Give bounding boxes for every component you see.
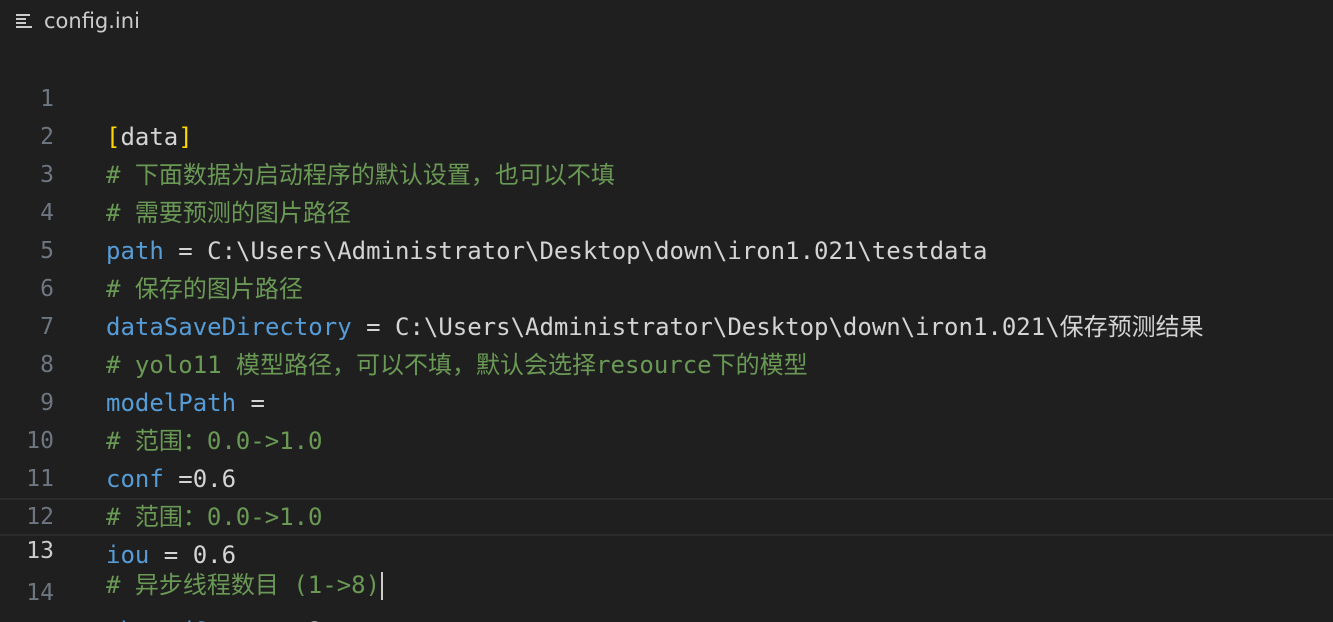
code-line[interactable]: 5 # 保存的图片路径 xyxy=(0,194,1333,303)
line-number: 14 xyxy=(26,580,54,606)
config-value: = 2 xyxy=(265,617,322,622)
code-line[interactable]: 14 threadCount = 2 xyxy=(0,536,1333,622)
code-line[interactable]: 10 conf =0.6 xyxy=(0,384,1333,493)
line-content: threadCount = 2 xyxy=(106,612,323,622)
code-line[interactable]: 11 # 范围：0.0->1.0 xyxy=(0,422,1333,531)
config-key: threadCount xyxy=(106,617,265,622)
code-line[interactable]: 6 dataSaveDirectory = C:\Users\Administr… xyxy=(0,232,1333,341)
code-line[interactable]: 8 modelPath = xyxy=(0,308,1333,417)
code-line[interactable]: 4 path = C:\Users\Administrator\Desktop\… xyxy=(0,156,1333,265)
code-line[interactable]: 7 # yolo11 模型路径，可以不填，默认会选择resource下的模型 xyxy=(0,270,1333,379)
code-line[interactable]: 9 # 范围：0.0->1.0 xyxy=(0,346,1333,455)
code-line[interactable]: 1 [data] xyxy=(0,42,1333,151)
text-cursor xyxy=(381,572,384,600)
code-lines[interactable]: 1 [data] 2 # 下面数据为启动程序的默认设置，也可以不填 3 # 需要… xyxy=(0,42,1333,622)
list-lines-icon xyxy=(16,13,34,29)
breadcrumb-filename[interactable]: config.ini xyxy=(44,9,140,33)
code-editor[interactable]: config.ini 1 [data] 2 # 下面数据为启动程序的默认设置，也… xyxy=(0,0,1333,622)
code-line-current[interactable]: 13 # 异步线程数目 (1->8) xyxy=(0,498,1333,600)
code-line[interactable]: 2 # 下面数据为启动程序的默认设置，也可以不填 xyxy=(0,80,1333,189)
comment-text: # 异步线程数目 (1->8) xyxy=(106,571,381,599)
code-line[interactable]: 3 # 需要预测的图片路径 xyxy=(0,118,1333,227)
breadcrumb[interactable]: config.ini xyxy=(16,4,140,38)
code-line[interactable]: 12 iou = 0.6 xyxy=(0,460,1333,569)
